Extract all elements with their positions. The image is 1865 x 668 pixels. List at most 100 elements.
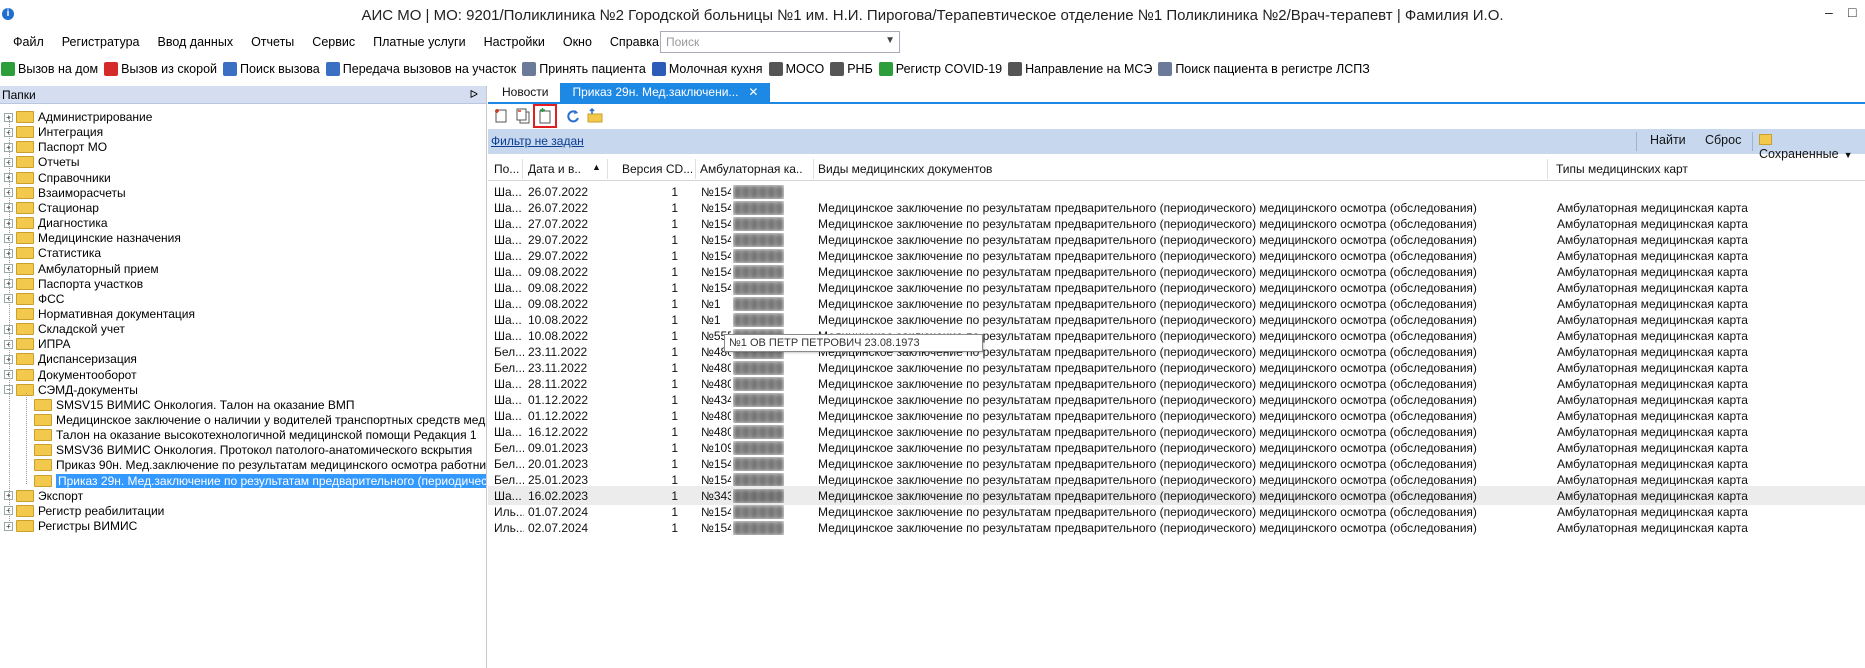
- toolbar-button-5[interactable]: Молочная кухня: [651, 62, 768, 76]
- pin-icon[interactable]: ᐅ: [470, 86, 478, 104]
- cell-po: Ша...: [494, 249, 522, 263]
- cell-po: Ша...: [494, 233, 522, 247]
- cell-po: Ша...: [494, 489, 522, 503]
- column-header-doc-type[interactable]: Виды медицинских документов: [818, 162, 992, 176]
- redacted-text: ██████: [733, 233, 785, 247]
- filter-link[interactable]: Фильтр не задан: [491, 134, 584, 148]
- cell-card-number: №154: [701, 457, 731, 471]
- copy-document-icon[interactable]: [515, 108, 531, 124]
- toolbar-button-7[interactable]: РНБ: [829, 62, 878, 76]
- menu-item-0[interactable]: Файл: [4, 35, 53, 49]
- cell-po: Ша...: [494, 201, 522, 215]
- cell-version: 1: [671, 233, 678, 247]
- tree-item[interactable]: Приказ 29н. Мед.заключение по результата…: [34, 472, 486, 490]
- panel-splitter[interactable]: [486, 86, 487, 668]
- cell-po: Ша...: [494, 329, 522, 343]
- tree-item-label: SMSV15 ВИМИС Онкология. Талон на оказани…: [56, 397, 355, 412]
- moso-icon: [768, 62, 783, 76]
- close-icon[interactable]: ✕: [748, 83, 758, 102]
- toolbar-button-9[interactable]: Направление на МСЭ: [1007, 62, 1157, 76]
- minimize-button[interactable]: –: [1825, 4, 1833, 20]
- folder-icon: [16, 489, 34, 502]
- table-row[interactable]: Иль... 02.07.2024 1 №154 Медицинское заключе…: [488, 518, 1865, 537]
- tree-item[interactable]: + Регистры ВИМИС: [4, 517, 137, 535]
- cell-doc-type: Медицинское заключение по результатам пр…: [818, 217, 1477, 231]
- cell-date: 28.11.2022: [528, 377, 588, 391]
- cell-po: Бел...: [494, 345, 524, 359]
- tree-item-label: Диагностика: [38, 216, 108, 231]
- toolbar-button-1[interactable]: Вызов из скорой: [103, 62, 222, 76]
- toolbar-button-2[interactable]: Поиск вызова: [222, 62, 325, 76]
- grid-header: По... Дата и в... ▲ Версия CD... Амбулат…: [488, 157, 1865, 181]
- cell-date: 16.12.2022: [528, 425, 589, 439]
- menu-item-3[interactable]: Отчеты: [242, 35, 303, 49]
- find-button[interactable]: Найти: [1650, 133, 1686, 147]
- virus-icon: [878, 62, 893, 76]
- column-header-card[interactable]: Амбулаторная ка...: [700, 162, 802, 176]
- cell-card-number: №154: [701, 201, 731, 215]
- cell-date: 01.12.2022: [528, 409, 589, 423]
- menu-item-2[interactable]: Ввод данных: [149, 35, 243, 49]
- redacted-text: ██████: [733, 473, 785, 487]
- cell-card-number: №480: [701, 377, 731, 391]
- cell-card-number: №154: [701, 185, 731, 199]
- menu-item-4[interactable]: Сервис: [303, 35, 364, 49]
- tree-item-label: Медицинские назначения: [38, 231, 181, 246]
- cell-doc-type: Медицинское заключение по результатам пр…: [818, 521, 1477, 535]
- folder-icon: [34, 459, 52, 472]
- toolbar-button-0[interactable]: Вызов на дом: [0, 62, 103, 76]
- cell-po: Ша...: [494, 281, 522, 295]
- toolbar-button-8[interactable]: Регистр COVID-19: [878, 62, 1007, 76]
- cell-version: 1: [671, 489, 678, 503]
- search-input[interactable]: Поиск ▼: [660, 31, 900, 53]
- cell-card-type: Амбулаторная медицинская карта: [1557, 377, 1748, 391]
- folder-icon: [16, 186, 34, 199]
- column-header-card-type[interactable]: Типы медицинских карт: [1556, 162, 1688, 176]
- chevron-down-icon[interactable]: ▼: [885, 35, 895, 46]
- menu-item-6[interactable]: Настройки: [475, 35, 554, 49]
- column-header-po[interactable]: По...: [494, 162, 520, 176]
- tree-item-label: SMSV36 ВИМИС Онкология. Протокол патолог…: [56, 443, 473, 458]
- cell-date: 26.07.2022: [528, 201, 589, 215]
- cell-version: 1: [671, 393, 678, 407]
- cell-version: 1: [671, 201, 678, 215]
- cell-card-number: №154: [701, 249, 731, 263]
- documents-grid: По... Дата и в... ▲ Версия CD... Амбулат…: [488, 157, 1865, 668]
- toolbar-button-6[interactable]: МОСО: [768, 62, 830, 76]
- reset-button[interactable]: Сброс: [1705, 133, 1741, 147]
- tree-item-label: Приказ 29н. Мед.заключение по результата…: [56, 473, 486, 488]
- column-header-date[interactable]: Дата и в...: [528, 162, 580, 176]
- redacted-text: ██████: [733, 457, 785, 471]
- folder-tree: + Администрирование + Интеграция + Паспорт МО…: [0, 108, 486, 668]
- tab-0[interactable]: Новости: [490, 83, 560, 102]
- cell-card-number: №154: [701, 233, 731, 247]
- toolbar-button-10[interactable]: Поиск пациента в регистре ЛСПЗ: [1157, 62, 1375, 76]
- toolbar-button-label: Поиск вызова: [240, 62, 320, 76]
- cell-po: Ша...: [494, 377, 522, 391]
- tree-item-label: Медицинское заключение о наличии у водит…: [56, 413, 486, 427]
- new-document-icon[interactable]: [493, 108, 509, 124]
- toolbar-button-3[interactable]: Передача вызовов на участок: [325, 62, 522, 76]
- menu-item-5[interactable]: Платные услуги: [364, 35, 474, 49]
- folder-icon: [16, 368, 34, 381]
- redacted-text: ██████: [733, 361, 785, 375]
- menu-item-7[interactable]: Окно: [554, 35, 601, 49]
- cell-card-type: Амбулаторная медицинская карта: [1557, 473, 1748, 487]
- menu-item-8[interactable]: Справка: [601, 35, 668, 49]
- create-document-icon[interactable]: [533, 104, 557, 128]
- cell-po: Ша...: [494, 217, 522, 231]
- toolbar-button-4[interactable]: Принять пациента: [521, 62, 651, 76]
- refresh-icon[interactable]: [565, 108, 581, 124]
- cell-card-type: Амбулаторная медицинская карта: [1557, 489, 1748, 503]
- folder-icon: [34, 414, 52, 426]
- search-call-icon: [223, 62, 238, 76]
- tree-item-label: Регистры ВИМИС: [38, 519, 138, 534]
- transfer-icon: [325, 62, 340, 76]
- cell-doc-type: Медицинское заключение по результатам пр…: [818, 409, 1477, 423]
- tab-1[interactable]: Приказ 29н. Мед.заключени... ✕: [560, 83, 771, 102]
- column-header-version[interactable]: Версия CD...: [622, 162, 692, 176]
- maximize-button[interactable]: □: [1848, 4, 1856, 20]
- menu-item-1[interactable]: Регистратура: [53, 35, 149, 49]
- folder-icon: [34, 429, 52, 442]
- folder-up-icon[interactable]: [587, 107, 603, 124]
